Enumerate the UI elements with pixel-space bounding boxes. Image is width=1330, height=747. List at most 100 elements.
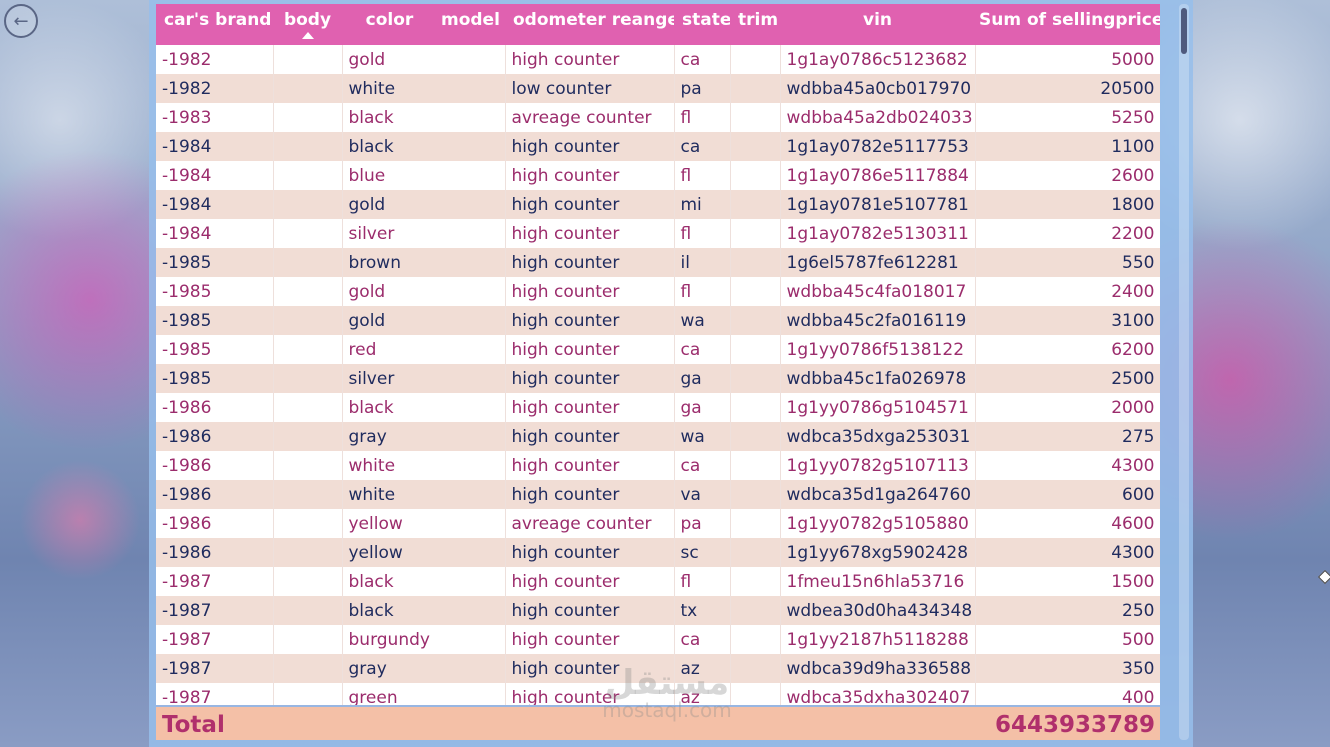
cell-sum: 550: [975, 248, 1160, 277]
cell-color: gold: [342, 45, 506, 74]
cell-body: -1987: [156, 567, 274, 596]
cell-vin: wdbba45c1fa026978: [780, 364, 976, 393]
cell-trim: [730, 219, 781, 248]
cell-body: -1982: [156, 74, 274, 103]
cell-vin: 1g1ay0786e5117884: [780, 161, 976, 190]
table-row[interactable]: -1985 gold high counter fl wdbba45c4fa018017…: [156, 277, 1160, 306]
scrollbar-thumb[interactable]: [1181, 8, 1187, 54]
cell-odometer: high counter: [505, 190, 675, 219]
cell-state: pa: [674, 74, 731, 103]
table-row[interactable]: -1986 gray high counter wa wdbca35dxga253031…: [156, 422, 1160, 451]
cell-body: -1987: [156, 654, 274, 683]
table-row[interactable]: -1986 black high counter ga 1g1yy0786g510457…: [156, 393, 1160, 422]
back-arrow-icon[interactable]: ←: [4, 4, 38, 38]
cell-sum: 250: [975, 596, 1160, 625]
table-row[interactable]: -1987 black high counter tx wdbea30d0ha43434…: [156, 596, 1160, 625]
cell-odometer: high counter: [505, 451, 675, 480]
sort-ascending-icon[interactable]: [301, 32, 314, 39]
cell-empty: [273, 422, 343, 451]
cell-trim: [730, 567, 781, 596]
cell-vin: 1g1ay0786c5123682: [780, 45, 976, 74]
cell-sum: 275: [975, 422, 1160, 451]
cell-empty: [273, 306, 343, 335]
cell-odometer: high counter: [505, 219, 675, 248]
column-header-odometer[interactable]: odometer reange: [505, 4, 674, 45]
cell-sum: 5250: [975, 103, 1160, 132]
cell-body: -1986: [156, 422, 274, 451]
table-row[interactable]: -1986 yellow avreage counter pa 1g1yy0782g51…: [156, 509, 1160, 538]
cell-sum: 4300: [975, 451, 1160, 480]
cell-odometer: high counter: [505, 625, 675, 654]
cell-empty: [273, 364, 343, 393]
table-row[interactable]: -1983 black avreage counter fl wdbba45a2db02…: [156, 103, 1160, 132]
cell-odometer: high counter: [505, 161, 675, 190]
table-row[interactable]: -1984 silver high counter fl 1g1ay0782e51303…: [156, 219, 1160, 248]
cell-odometer: high counter: [505, 538, 675, 567]
column-header-trim[interactable]: trim: [730, 4, 780, 45]
cell-color: black: [342, 393, 506, 422]
cell-sum: 2600: [975, 161, 1160, 190]
cell-vin: wdbca35dxga253031: [780, 422, 976, 451]
table-row[interactable]: -1986 white high counter ca 1g1yy0782g510711…: [156, 451, 1160, 480]
cell-empty: [273, 190, 343, 219]
column-header-model[interactable]: model: [437, 4, 505, 45]
table-row[interactable]: -1985 silver high counter ga wdbba45c1fa0269…: [156, 364, 1160, 393]
cell-color: burgundy: [342, 625, 506, 654]
cell-empty: [273, 161, 343, 190]
cell-state: ga: [674, 364, 731, 393]
table-row[interactable]: -1986 yellow high counter sc 1g1yy678xg59024…: [156, 538, 1160, 567]
cell-sum: 1500: [975, 567, 1160, 596]
cell-body: -1987: [156, 596, 274, 625]
cell-state: sc: [674, 538, 731, 567]
cell-color: black: [342, 596, 506, 625]
cell-vin: 1g1yy678xg5902428: [780, 538, 976, 567]
cell-color: black: [342, 132, 506, 161]
cell-state: pa: [674, 509, 731, 538]
table-body: -1982 gold high counter ca 1g1ay0786c5123682…: [156, 45, 1160, 712]
cell-trim: [730, 509, 781, 538]
cell-color: yellow: [342, 538, 506, 567]
cell-sum: 4300: [975, 538, 1160, 567]
cell-body: -1986: [156, 509, 274, 538]
cell-state: az: [674, 654, 731, 683]
cell-sum: 2500: [975, 364, 1160, 393]
table-row[interactable]: -1982 gold high counter ca 1g1ay0786c5123682…: [156, 45, 1160, 74]
table-row[interactable]: -1986 white high counter va wdbca35d1ga26476…: [156, 480, 1160, 509]
cell-trim: [730, 364, 781, 393]
table-row[interactable]: -1985 brown high counter il 1g6el5787fe61228…: [156, 248, 1160, 277]
cell-state: il: [674, 248, 731, 277]
column-header-brand[interactable]: car's brand: [156, 4, 273, 45]
cell-color: black: [342, 103, 506, 132]
cell-vin: wdbca39d9ha336588: [780, 654, 976, 683]
table-row[interactable]: -1984 black high counter ca 1g1ay0782e511775…: [156, 132, 1160, 161]
table-row[interactable]: -1984 blue high counter fl 1g1ay0786e5117884…: [156, 161, 1160, 190]
data-table-container: car's brand body color model odometer re…: [156, 4, 1160, 740]
cell-odometer: low counter: [505, 74, 675, 103]
table-row[interactable]: -1985 gold high counter wa wdbba45c2fa016119…: [156, 306, 1160, 335]
cell-empty: [273, 654, 343, 683]
column-header-state[interactable]: state: [674, 4, 730, 45]
column-header-vin[interactable]: vin: [780, 4, 975, 45]
table-row[interactable]: -1987 black high counter fl 1fmeu15n6hla5371…: [156, 567, 1160, 596]
cell-empty: [273, 509, 343, 538]
cell-vin: 1g1yy0782g5107113: [780, 451, 976, 480]
column-header-body[interactable]: body: [273, 4, 342, 45]
cell-vin: 1g1yy0782g5105880: [780, 509, 976, 538]
cell-empty: [273, 596, 343, 625]
cell-state: wa: [674, 306, 731, 335]
table-row[interactable]: -1987 burgundy high counter ca 1g1yy2187h511…: [156, 625, 1160, 654]
cell-state: wa: [674, 422, 731, 451]
table-row[interactable]: -1982 white low counter pa wdbba45a0cb017970…: [156, 74, 1160, 103]
column-header-color[interactable]: color: [342, 4, 437, 45]
cell-odometer: avreage counter: [505, 509, 675, 538]
table-row[interactable]: -1987 gray high counter az wdbca39d9ha336588…: [156, 654, 1160, 683]
vertical-scrollbar[interactable]: [1179, 4, 1189, 740]
table-row[interactable]: -1984 gold high counter mi 1g1ay0781e5107781…: [156, 190, 1160, 219]
cell-empty: [273, 45, 343, 74]
column-header-sum-sellingprice[interactable]: Sum of sellingprice: [975, 4, 1160, 45]
cell-state: ca: [674, 132, 731, 161]
cell-odometer: high counter: [505, 393, 675, 422]
cell-odometer: high counter: [505, 277, 675, 306]
cell-sum: 5000: [975, 45, 1160, 74]
table-row[interactable]: -1985 red high counter ca 1g1yy0786f5138122 6…: [156, 335, 1160, 364]
